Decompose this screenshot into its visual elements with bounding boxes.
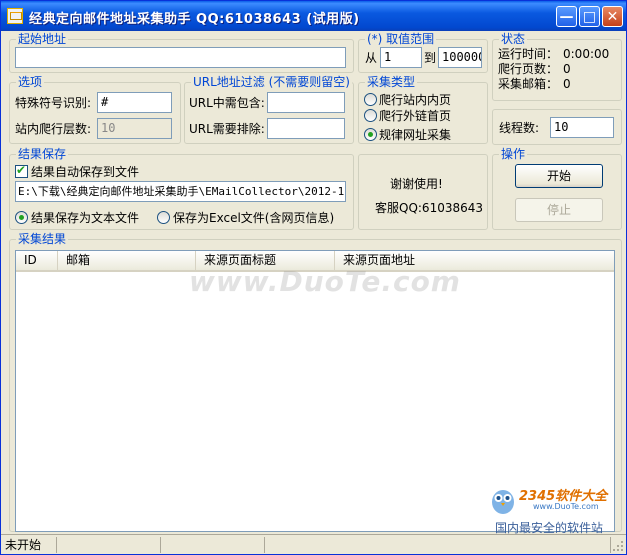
save-text-label[interactable]: 结果保存为文本文件	[31, 211, 139, 225]
emails-collected-label: 采集邮箱：	[498, 77, 559, 91]
crawl-external-label[interactable]: 爬行外链首页	[379, 109, 451, 123]
threads-input[interactable]: 10	[550, 117, 614, 138]
threads-label: 线程数:	[499, 121, 540, 135]
range-to-label: 到	[424, 51, 437, 65]
start-button[interactable]: 开始	[515, 164, 603, 188]
owl-logo-icon	[492, 490, 514, 514]
start-address-input[interactable]	[15, 47, 346, 68]
status-bar-text: 未开始	[1, 537, 57, 553]
save-excel-radio[interactable]	[157, 211, 170, 224]
collect-type-legend: 采集类型	[365, 75, 418, 89]
minimize-button[interactable]: —	[556, 6, 577, 27]
run-time-value: 0:00:00	[563, 47, 610, 61]
resize-grip-icon[interactable]	[612, 540, 624, 552]
url-include-label: URL中需包含:	[189, 96, 265, 110]
start-address-legend: 起始地址	[16, 32, 69, 46]
title-bar[interactable]: 经典定向邮件地址采集助手 QQ:61038643 (试用版) — □ ✕	[1, 1, 626, 31]
range-legend: (*) 取值范围	[365, 32, 437, 46]
close-button[interactable]: ✕	[602, 6, 623, 27]
maximize-button[interactable]: □	[579, 6, 600, 27]
run-time-label: 运行时间：	[498, 47, 559, 61]
status-bar-cell-3	[161, 537, 265, 553]
window-title: 经典定向邮件地址采集助手 QQ:61038643 (试用版)	[29, 12, 360, 27]
pattern-url-radio[interactable]	[364, 128, 377, 141]
emails-collected-value: 0	[563, 77, 571, 91]
column-header-email[interactable]: 邮箱	[58, 251, 196, 270]
main-window: 经典定向邮件地址采集助手 QQ:61038643 (试用版) — □ ✕ 起始地…	[0, 0, 627, 555]
status-bar-cell-2	[57, 537, 161, 553]
url-exclude-label: URL需要排除:	[189, 122, 265, 136]
special-char-label: 特殊符号识别:	[15, 96, 92, 110]
range-from-label: 从	[365, 51, 378, 65]
crawl-internal-label[interactable]: 爬行站内内页	[379, 93, 451, 107]
crawl-depth-input[interactable]: 10	[97, 118, 172, 139]
maximize-icon: □	[582, 9, 597, 25]
watermark-text: www.DuoTe.com	[189, 265, 461, 298]
range-to-input[interactable]: 100000	[438, 47, 482, 68]
close-icon: ✕	[606, 9, 619, 25]
thanks-group	[358, 154, 488, 230]
results-legend: 采集结果	[16, 232, 69, 246]
save-excel-label[interactable]: 保存为Excel文件(含网页信息)	[173, 211, 334, 225]
pages-crawled-value: 0	[563, 62, 571, 76]
save-text-radio[interactable]	[15, 211, 28, 224]
options-legend: 选项	[16, 75, 45, 89]
support-qq-text: 客服QQ:61038643	[375, 201, 484, 215]
save-path-input[interactable]: E:\下载\经典定向邮件地址采集助手\EMailCollector\2012-1	[15, 181, 346, 202]
minimize-icon: —	[559, 9, 574, 25]
special-char-input[interactable]: #	[97, 92, 172, 113]
status-legend: 状态	[499, 32, 528, 46]
status-bar-cell-4	[265, 537, 611, 553]
pages-crawled-label: 爬行页数：	[498, 62, 559, 76]
mail-app-icon	[7, 8, 23, 24]
url-exclude-input[interactable]	[267, 118, 345, 139]
brand-url: www.DuoTe.com	[533, 502, 599, 511]
thanks-text: 谢谢使用!	[390, 177, 443, 191]
operation-legend: 操作	[499, 147, 528, 161]
stop-button[interactable]: 停止	[515, 198, 603, 222]
pattern-url-label[interactable]: 规律网址采集	[379, 128, 451, 142]
crawl-internal-radio[interactable]	[364, 93, 377, 106]
save-legend: 结果保存	[16, 147, 69, 161]
range-from-input[interactable]: 1	[380, 47, 422, 68]
auto-save-checkbox[interactable]	[15, 163, 28, 178]
crawl-depth-label: 站内爬行层数:	[15, 122, 92, 136]
status-bar: 未开始	[1, 534, 626, 554]
auto-save-label[interactable]: 结果自动保存到文件	[31, 165, 139, 179]
crawl-external-radio[interactable]	[364, 109, 377, 122]
url-include-input[interactable]	[267, 92, 345, 113]
column-header-id[interactable]: ID	[16, 251, 58, 270]
url-filter-legend: URL地址过滤 (不需要则留空)	[191, 75, 352, 89]
